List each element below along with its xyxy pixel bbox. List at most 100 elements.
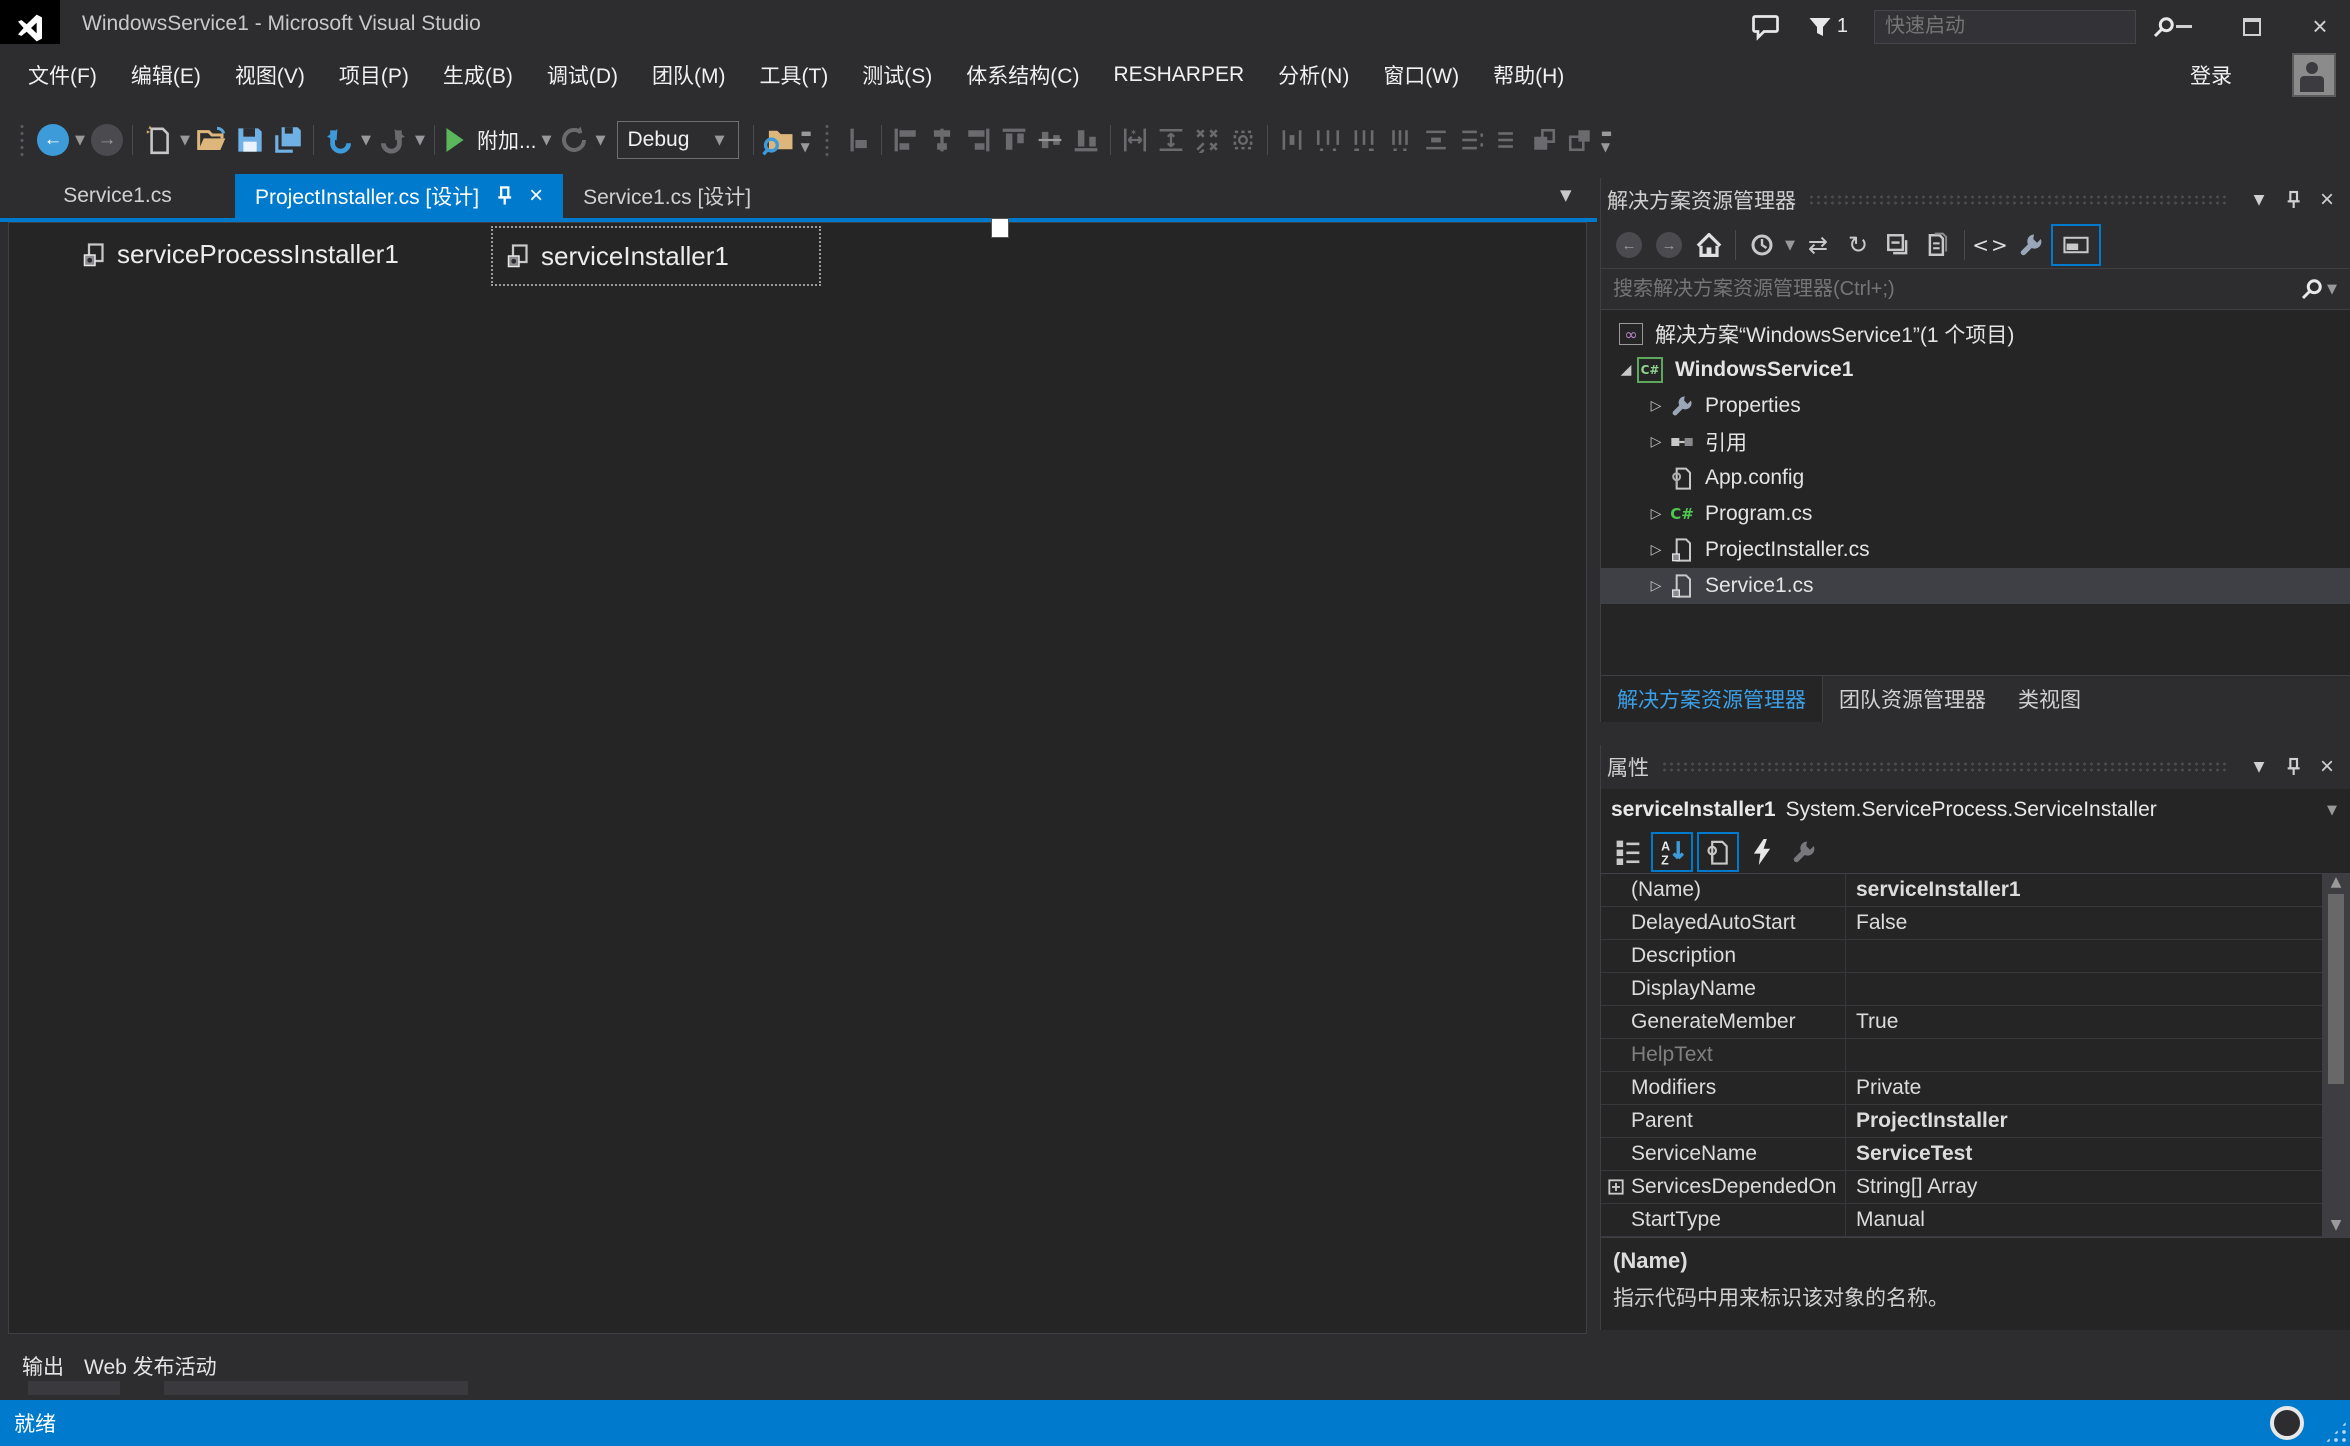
avatar[interactable] xyxy=(2292,53,2336,97)
property-row[interactable]: ServicesDependedOnString[] Array xyxy=(1601,1171,2350,1204)
tree-item-references[interactable]: ▷ 引用 xyxy=(1601,424,2350,460)
property-grid-scrollbar[interactable]: ▲ ▼ xyxy=(2322,874,2350,1237)
send-to-back-icon[interactable] xyxy=(1563,122,1597,158)
redo-button[interactable] xyxy=(376,120,410,160)
property-row[interactable]: ServiceNameServiceTest xyxy=(1601,1138,2350,1171)
tree-item-projectinstallercs[interactable]: ▷ ProjectInstaller.cs xyxy=(1601,532,2350,568)
decrease-horizontal-spacing-icon[interactable] xyxy=(1347,122,1381,158)
menu-help[interactable]: 帮助(H) xyxy=(1493,60,1564,90)
toolbar-grip[interactable] xyxy=(18,123,26,157)
component-serviceinstaller-selected[interactable]: serviceInstaller1 xyxy=(491,226,821,286)
component-serviceprocessinstaller[interactable]: serviceProcessInstaller1 xyxy=(83,239,399,270)
align-lefts-icon[interactable] xyxy=(889,122,923,158)
tree-item-properties[interactable]: ▷ Properties xyxy=(1601,388,2350,424)
expander-expanded-icon[interactable]: ◢ xyxy=(1615,362,1637,378)
menu-architecture[interactable]: 体系结构(C) xyxy=(966,60,1079,90)
se-filter-dropdown[interactable]: ▼ xyxy=(1785,238,1795,253)
properties-header[interactable]: 属性 ▼ × xyxy=(1601,745,2350,789)
se-view-code-icon[interactable]: <> xyxy=(1971,226,2011,264)
tree-item-programcs[interactable]: ▷ C# Program.cs xyxy=(1601,496,2350,532)
tree-item-appconfig[interactable]: App.config xyxy=(1601,460,2350,496)
tab-output[interactable]: 输出 xyxy=(22,1351,64,1381)
close-tab-icon[interactable]: × xyxy=(529,182,543,210)
close-button[interactable]: × xyxy=(2298,10,2342,44)
quick-launch-box[interactable] xyxy=(1874,10,2136,44)
property-row[interactable]: ModifiersPrivate xyxy=(1601,1072,2350,1105)
menu-analyze[interactable]: 分析(N) xyxy=(1278,60,1349,90)
menu-file[interactable]: 文件(F) xyxy=(28,60,97,90)
align-rights-icon[interactable] xyxy=(961,122,995,158)
se-home-icon[interactable] xyxy=(1689,226,1729,264)
property-row[interactable]: StartTypeManual xyxy=(1601,1204,2350,1237)
object-selector-dropdown[interactable]: ▼ xyxy=(2327,803,2337,818)
make-same-width-icon[interactable]: ✶ xyxy=(1118,122,1152,158)
expander-collapsed-icon[interactable]: ▷ xyxy=(1645,578,1667,594)
auto-hide-pin-icon[interactable] xyxy=(2276,757,2310,777)
expander-collapsed-icon[interactable]: ▷ xyxy=(1645,506,1667,522)
property-pages-icon[interactable] xyxy=(1785,834,1823,870)
notification-filter[interactable]: 1 xyxy=(1808,15,1848,39)
close-panel-icon[interactable]: × xyxy=(2310,186,2344,214)
feedback-status-icon[interactable] xyxy=(2270,1406,2304,1440)
expander-collapsed-icon[interactable]: ▷ xyxy=(1645,542,1667,558)
alphabetical-sort-icon[interactable]: AZ xyxy=(1651,832,1693,872)
hot-reload-button[interactable] xyxy=(557,120,591,160)
bring-to-front-icon[interactable] xyxy=(1527,122,1561,158)
save-all-button[interactable] xyxy=(271,120,305,160)
se-search-input[interactable] xyxy=(1611,277,2300,302)
se-pending-changes-filter-icon[interactable] xyxy=(1742,226,1782,264)
open-file-button[interactable] xyxy=(195,120,229,160)
solution-explorer-search[interactable]: ▼ xyxy=(1601,268,2350,310)
window-position-dropdown[interactable]: ▼ xyxy=(2242,759,2276,775)
minimize-button[interactable] xyxy=(2162,10,2206,44)
hot-reload-dropdown[interactable]: ▼ xyxy=(596,133,606,148)
se-search-icon[interactable] xyxy=(2300,277,2324,301)
menu-build[interactable]: 生成(B) xyxy=(443,60,513,90)
menu-project[interactable]: 项目(P) xyxy=(339,60,409,90)
find-in-files-button[interactable] xyxy=(762,120,796,160)
categorized-icon[interactable] xyxy=(1609,834,1647,870)
se-forward-icon[interactable]: → xyxy=(1649,226,1689,264)
remove-horizontal-spacing-icon[interactable] xyxy=(1383,122,1417,158)
undo-button[interactable] xyxy=(322,120,356,160)
increase-vertical-spacing-icon[interactable] xyxy=(1455,122,1489,158)
menu-view[interactable]: 视图(V) xyxy=(235,60,305,90)
tab-web-publish-activity[interactable]: Web 发布活动 xyxy=(84,1351,217,1381)
start-debug-button[interactable]: 附加... xyxy=(443,120,537,160)
se-sync-icon[interactable]: ⇄ xyxy=(1798,226,1838,264)
auto-hide-pin-icon[interactable] xyxy=(2276,190,2310,210)
make-same-size-icon[interactable] xyxy=(1190,122,1224,158)
navigate-back-dropdown[interactable]: ▼ xyxy=(75,133,85,148)
se-refresh-icon[interactable]: ↻ xyxy=(1838,226,1878,264)
selection-handle[interactable] xyxy=(991,218,1009,238)
object-selector-combo[interactable]: serviceInstaller1 System.ServiceProcess.… xyxy=(1601,789,2350,831)
property-row[interactable]: HelpText xyxy=(1601,1039,2350,1072)
menu-debug[interactable]: 调试(D) xyxy=(547,60,618,90)
make-vertical-spacing-equal-icon[interactable] xyxy=(1419,122,1453,158)
make-horizontal-spacing-equal-icon[interactable] xyxy=(1275,122,1309,158)
window-position-dropdown[interactable]: ▼ xyxy=(2242,192,2276,208)
sign-in-button[interactable]: 登录 xyxy=(2190,60,2232,90)
align-bottoms-icon[interactable] xyxy=(1069,122,1103,158)
align-centers-icon[interactable] xyxy=(925,122,959,158)
expander-collapsed-icon[interactable]: ▷ xyxy=(1645,434,1667,450)
property-row[interactable]: DelayedAutoStartFalse xyxy=(1601,907,2350,940)
menu-edit[interactable]: 编辑(E) xyxy=(131,60,201,90)
se-show-all-files-icon[interactable] xyxy=(1918,226,1958,264)
feedback-icon[interactable] xyxy=(1752,13,1782,41)
align-to-grid-icon[interactable] xyxy=(840,122,874,158)
align-middles-icon[interactable] xyxy=(1033,122,1067,158)
navigate-forward-button[interactable]: → xyxy=(90,120,124,160)
designer-surface[interactable]: serviceProcessInstaller1 serviceInstalle… xyxy=(8,222,1587,1334)
save-button[interactable] xyxy=(233,120,267,160)
tab-class-view[interactable]: 类视图 xyxy=(2002,676,2097,722)
remove-vertical-spacing-icon[interactable] xyxy=(1491,122,1525,158)
se-search-dropdown[interactable]: ▼ xyxy=(2327,282,2337,297)
navigate-back-button[interactable]: ← xyxy=(36,120,70,160)
tree-project-node[interactable]: ◢ C# WindowsService1 xyxy=(1601,352,2350,388)
start-debug-dropdown[interactable]: ▼ xyxy=(542,133,552,148)
menu-window[interactable]: 窗口(W) xyxy=(1383,60,1459,90)
undo-dropdown[interactable]: ▼ xyxy=(361,133,371,148)
increase-horizontal-spacing-icon[interactable] xyxy=(1311,122,1345,158)
redo-dropdown[interactable]: ▼ xyxy=(415,133,425,148)
